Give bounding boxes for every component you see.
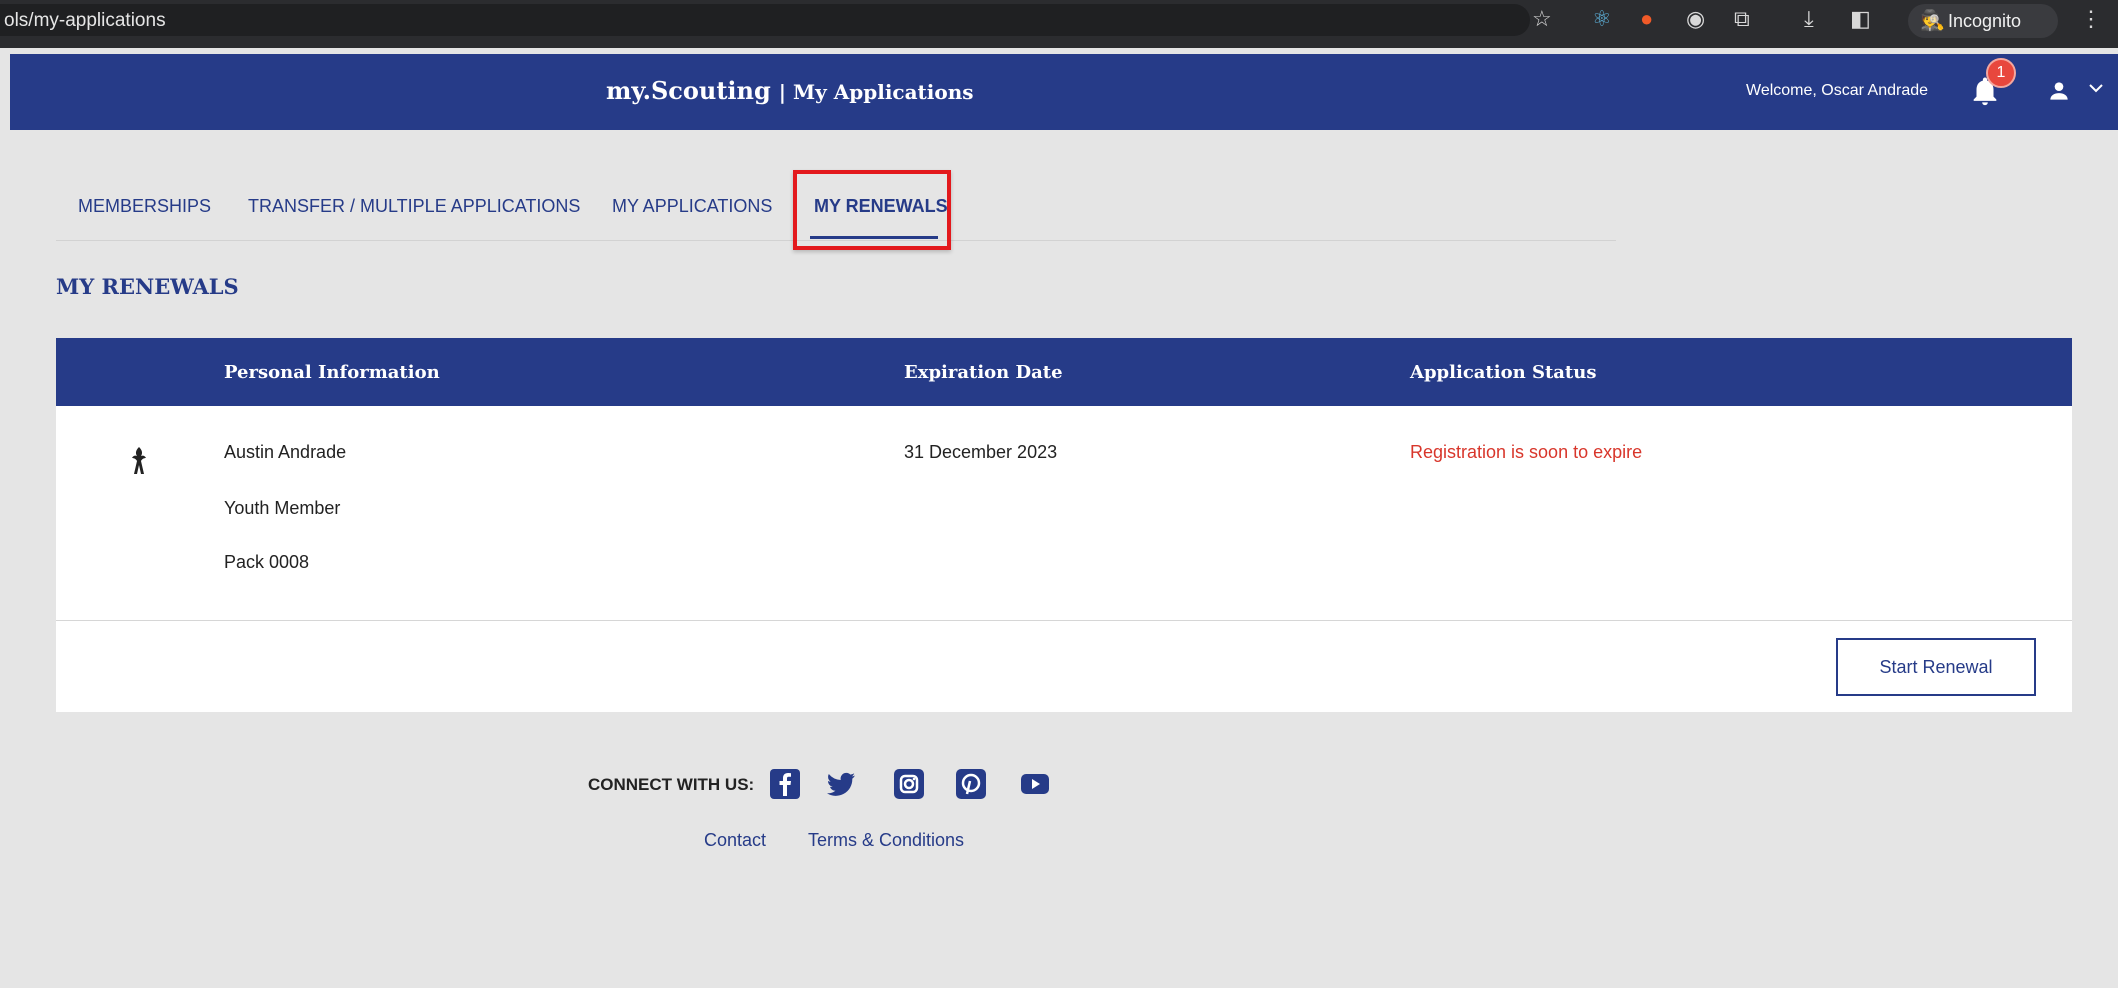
address-bar[interactable]: ols/my-applications [0, 4, 1530, 36]
side-panel-icon[interactable]: ◧ [1850, 6, 1871, 32]
contact-link[interactable]: Contact [704, 830, 766, 851]
column-personal-information: Personal Information [224, 362, 440, 383]
download-icon[interactable]: ⤓ [1804, 6, 1814, 32]
member-role: Youth Member [224, 498, 341, 518]
extension-icon[interactable]: ● [1640, 6, 1653, 32]
pinterest-icon[interactable] [956, 769, 986, 799]
row-divider [56, 620, 2072, 621]
browser-toolbar: ols/my-applications ☆ ⚛ ● ◉ ⧉ ⤓ ◧ 🕵 Inco… [0, 0, 2118, 48]
instagram-icon[interactable] [894, 769, 924, 799]
application-status: Registration is soon to expire [1410, 442, 1643, 462]
member-name: Austin Andrade [224, 442, 347, 462]
annotation-highlight-box [793, 170, 951, 250]
url-text: ols/my-applications [4, 10, 166, 31]
table-header: Personal Information Expiration Date App… [56, 338, 2072, 406]
welcome-text: Welcome, Oscar Andrade [1746, 82, 1929, 99]
page-title: MY RENEWALS [56, 274, 239, 299]
column-application-status: Application Status [1410, 362, 1597, 383]
extensions-puzzle-icon[interactable]: ⧉ [1734, 6, 1750, 32]
facebook-icon[interactable] [770, 769, 800, 799]
tab-transfer-multiple-applications[interactable]: TRANSFER / MULTIPLE APPLICATIONS [248, 196, 580, 217]
notification-badge: 1 [1986, 58, 2016, 88]
bookmark-star-icon[interactable]: ☆ [1532, 6, 1552, 32]
react-extension-icon[interactable]: ⚛ [1592, 6, 1612, 32]
twitter-icon[interactable] [826, 769, 856, 799]
start-renewal-button[interactable]: Start Renewal [1836, 638, 2036, 696]
brand-logo-text: my.Scouting [606, 76, 771, 105]
scout-fleur-de-lis-icon [132, 447, 146, 474]
chevron-down-icon[interactable] [2086, 78, 2106, 104]
browser-menu-icon[interactable]: ⋮ [2080, 6, 2102, 32]
user-avatar-icon[interactable] [2046, 78, 2072, 110]
incognito-icon: 🕵 [1920, 10, 1945, 32]
member-unit: Pack 0008 [224, 552, 310, 572]
tab-my-applications[interactable]: MY APPLICATIONS [612, 196, 772, 217]
brand-title: my.Scouting | My Applications [606, 76, 974, 105]
youtube-icon[interactable] [1020, 769, 1050, 799]
incognito-label: Incognito [1948, 11, 2022, 31]
record-extension-icon[interactable]: ◉ [1686, 6, 1705, 32]
incognito-badge[interactable]: 🕵 Incognito [1908, 4, 2058, 38]
terms-conditions-link[interactable]: Terms & Conditions [808, 830, 964, 851]
connect-with-us-label: CONNECT WITH US: [588, 775, 755, 794]
column-expiration-date: Expiration Date [904, 362, 1063, 383]
renewals-table: Personal Information Expiration Date App… [56, 338, 2072, 712]
section-title-header: | My Applications [778, 80, 974, 104]
expiration-date: 31 December 2023 [904, 442, 1058, 462]
tab-memberships[interactable]: MEMBERSHIPS [78, 196, 211, 217]
app-header: my.Scouting | My Applications Welcome, Os… [10, 54, 2118, 130]
